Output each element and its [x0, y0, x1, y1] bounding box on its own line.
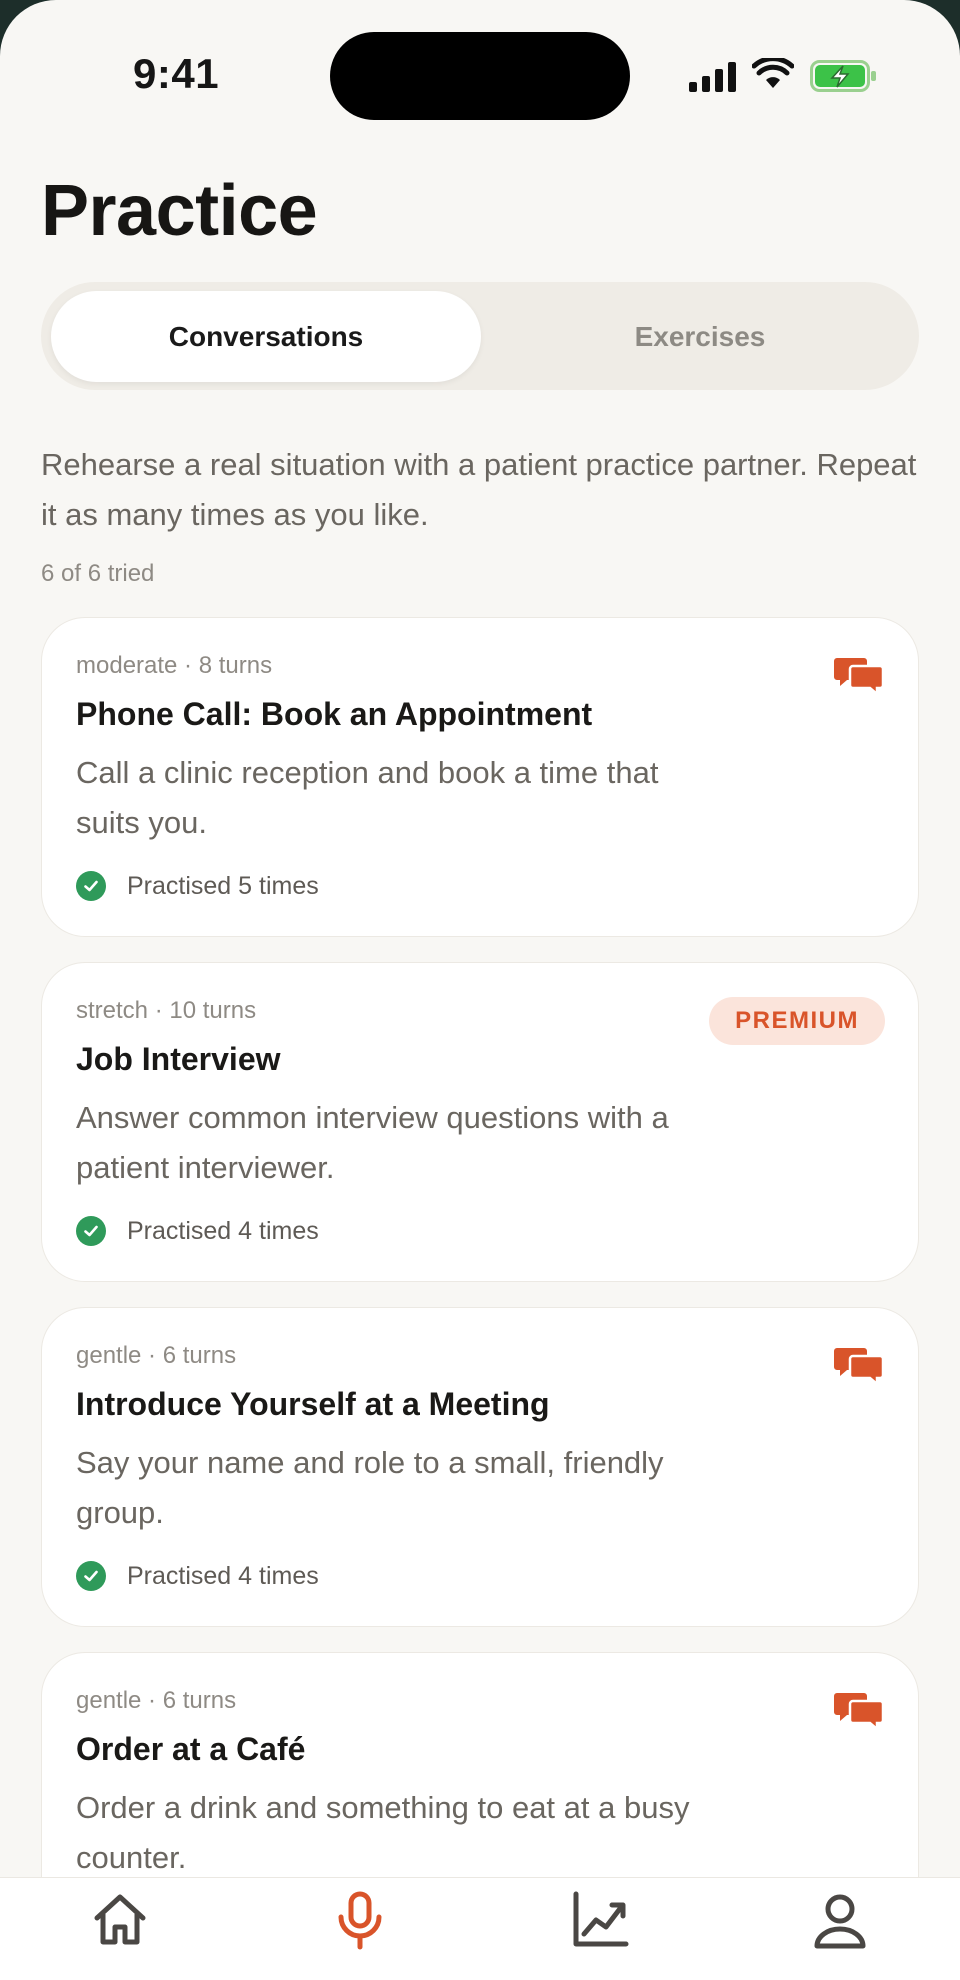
chat-bubbles-icon — [834, 1348, 884, 1386]
chat-bubbles-icon — [834, 658, 884, 696]
dynamic-island — [330, 32, 630, 120]
intro-text: Rehearse a real situation with a patient… — [41, 447, 917, 532]
progress-count: 6 of 6 tried — [41, 560, 155, 587]
check-circle-icon — [76, 1561, 106, 1591]
conversation-card[interactable]: gentle · 6 turns Introduce Yourself at a… — [41, 1307, 919, 1627]
card-title: Introduce Yourself at a Meeting — [76, 1386, 550, 1422]
card-description: Call a clinic reception and book a time … — [76, 755, 659, 840]
home-icon[interactable] — [90, 1890, 150, 1950]
practised-label: Practised 5 times — [127, 871, 319, 900]
cellular-signal-icon — [689, 62, 736, 92]
card-description: Order a drink and something to eat at a … — [76, 1790, 690, 1875]
battery-charging-icon — [810, 60, 876, 92]
card-description: Say your name and role to a small, frien… — [76, 1445, 664, 1530]
profile-icon[interactable] — [810, 1890, 870, 1950]
tab-bar — [0, 1877, 960, 1980]
practised-label: Practised 4 times — [127, 1216, 319, 1245]
chart-icon[interactable] — [570, 1890, 630, 1950]
conversation-card[interactable]: stretch · 10 turns Job Interview Answer … — [41, 962, 919, 1282]
practised-status: Practised 4 times — [76, 1216, 319, 1246]
card-meta: stretch · 10 turns — [76, 997, 257, 1024]
tab-exercises[interactable]: Exercises — [491, 291, 909, 382]
page-title: Practice — [41, 171, 318, 251]
practised-status: Practised 5 times — [76, 871, 319, 901]
segmented-control: Conversations Exercises — [41, 282, 919, 390]
wifi-icon — [752, 58, 794, 88]
check-circle-icon — [76, 1216, 106, 1246]
card-description: Answer common interview questions with a… — [76, 1100, 669, 1185]
practised-status: Practised 4 times — [76, 1561, 319, 1591]
conversation-card[interactable]: moderate · 8 turns Phone Call: Book an A… — [41, 617, 919, 937]
card-meta: gentle · 6 turns — [76, 1687, 237, 1714]
card-title: Job Interview — [76, 1041, 281, 1077]
microphone-icon[interactable] — [330, 1890, 390, 1950]
chat-bubbles-icon — [834, 1693, 884, 1731]
check-circle-icon — [76, 871, 106, 901]
card-meta: gentle · 6 turns — [76, 1342, 237, 1369]
tab-conversations[interactable]: Conversations — [51, 291, 481, 382]
card-title: Order at a Café — [76, 1731, 306, 1767]
card-title: Phone Call: Book an Appointment — [76, 696, 593, 732]
premium-badge: PREMIUM — [709, 997, 885, 1045]
card-meta: moderate · 8 turns — [76, 652, 273, 679]
practised-label: Practised 4 times — [127, 1561, 319, 1590]
app-screen: 9:41 Practice Conversations Exercises Re… — [0, 0, 960, 1980]
status-time: 9:41 — [133, 50, 220, 97]
